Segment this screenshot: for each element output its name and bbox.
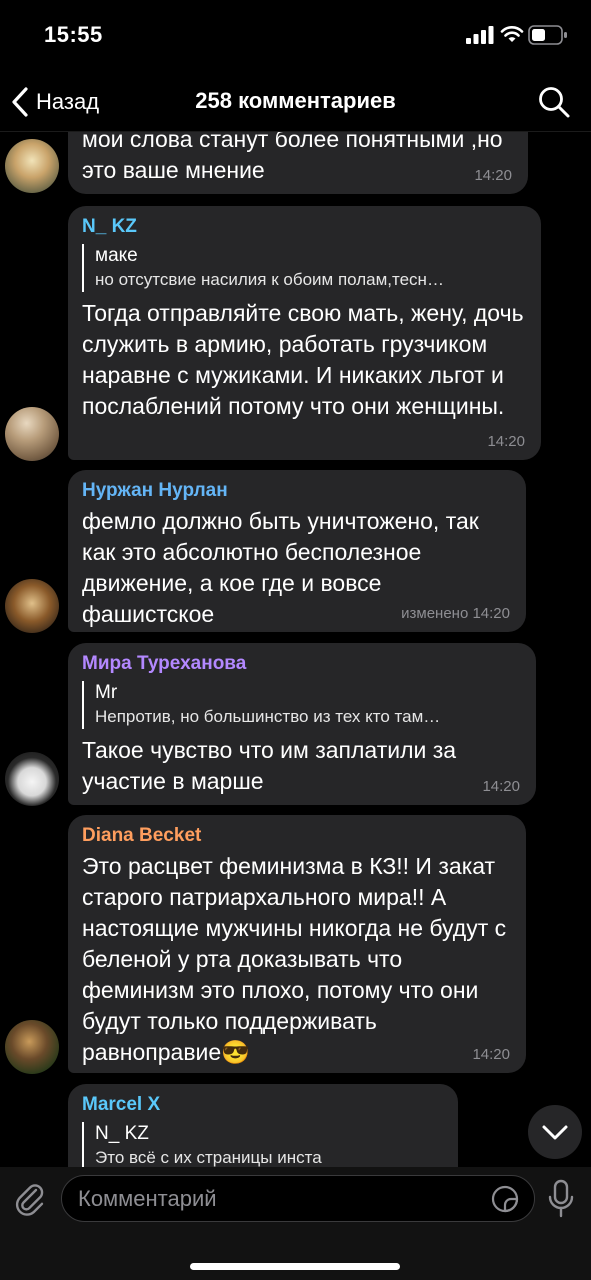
avatar[interactable]	[5, 579, 59, 633]
message-bubble[interactable]: Marcel X N_ KZ Это всё с их страницы инс…	[68, 1084, 458, 1167]
comment-input-field[interactable]	[78, 1176, 478, 1221]
reply-quote[interactable]: N_ KZ Это всё с их страницы инста	[82, 1122, 444, 1167]
message-bubble[interactable]: Нуржан Нурлан фемло должно быть уничтоже…	[68, 470, 526, 632]
status-bar: 15:55	[0, 0, 591, 72]
signal-icon	[466, 26, 494, 44]
paperclip-icon[interactable]	[12, 1181, 48, 1217]
message-text: Тогда отправляйте свою мать, жену, дочь …	[82, 300, 524, 419]
message-time: изменено 14:20	[401, 605, 510, 622]
message-time: 14:20	[482, 778, 520, 795]
nav-bar: Назад 258 комментариев	[0, 72, 591, 132]
search-icon[interactable]	[536, 84, 572, 120]
home-indicator	[190, 1263, 400, 1270]
quote-author: маке	[95, 245, 138, 266]
comment-input-bar	[0, 1167, 591, 1280]
message-author[interactable]: Нуржан Нурлан	[82, 480, 512, 502]
scroll-to-bottom-button[interactable]	[528, 1105, 582, 1159]
comment-input[interactable]	[61, 1175, 535, 1222]
avatar[interactable]	[5, 1020, 59, 1074]
reply-quote[interactable]: Mr Непротив, но большинство из тех кто т…	[82, 681, 522, 729]
message-author[interactable]: Marcel X	[82, 1094, 444, 1116]
message-author[interactable]: N_ KZ	[82, 216, 527, 238]
reply-quote[interactable]: маке но отсутсвие насилия к обоим полам,…	[82, 244, 527, 292]
sticker-icon[interactable]	[490, 1184, 520, 1214]
message-time: 14:20	[474, 167, 512, 184]
page-title: 258 комментариев	[195, 88, 396, 113]
avatar[interactable]	[5, 752, 59, 806]
quote-text: но отсутсвие насилия к обоим полам,тесн…	[95, 270, 444, 289]
microphone-icon[interactable]	[546, 1179, 576, 1219]
message-time: 14:20	[487, 433, 525, 450]
message-bubble[interactable]: Diana Becket Это расцвет феминизма в КЗ!…	[68, 815, 526, 1073]
wifi-icon	[500, 26, 524, 42]
message-bubble[interactable]: N_ KZ маке но отсутсвие насилия к обоим …	[68, 206, 541, 460]
message-text: мои слова станут более понятными ,но это…	[82, 132, 503, 183]
chevron-down-icon	[542, 1125, 568, 1140]
quote-author: N_ KZ	[95, 1123, 149, 1144]
status-time: 15:55	[44, 22, 103, 47]
avatar[interactable]	[5, 407, 59, 461]
message-text: Это расцвет феминизма в КЗ!! И закат ста…	[82, 853, 507, 1065]
message-bubble[interactable]: Мира Туреханова Mr Непротив, но большинс…	[68, 643, 536, 805]
quote-text: Это всё с их страницы инста	[95, 1148, 322, 1167]
message-author[interactable]: Diana Becket	[82, 825, 512, 847]
quote-author: Mr	[95, 682, 118, 703]
quote-text: Непротив, но большинство из тех кто там…	[95, 707, 441, 726]
message-bubble[interactable]: мои слова станут более понятными ,но это…	[68, 132, 528, 194]
avatar[interactable]	[5, 139, 59, 193]
message-author[interactable]: Мира Туреханова	[82, 653, 522, 675]
comments-list[interactable]: мои слова станут более понятными ,но это…	[0, 132, 591, 1167]
battery-icon	[528, 25, 567, 45]
message-text: Такое чувство что им заплатили за участи…	[82, 737, 457, 794]
message-time: 14:20	[472, 1046, 510, 1063]
